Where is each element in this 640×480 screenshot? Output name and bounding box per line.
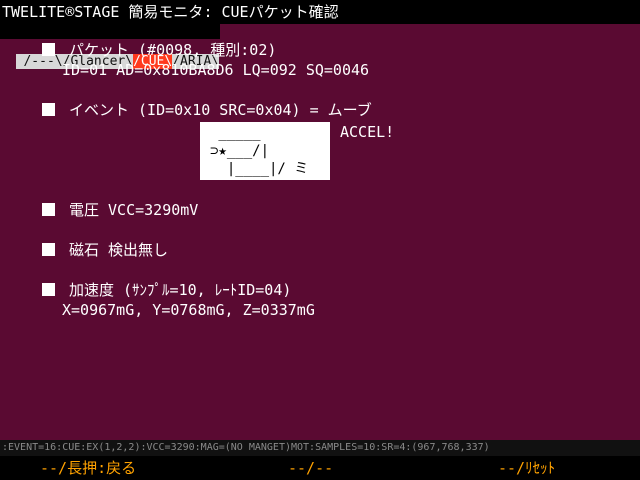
app-title: TWELITE®STAGE (2, 3, 120, 21)
voltage-section: 電圧 VCC=3290mV (42, 200, 198, 220)
move-art: _____ ⊃★___/| |____|/ ミ (200, 122, 330, 180)
back-button[interactable]: --/長押:戻る (40, 456, 136, 480)
title-bar: TWELITE®STAGE 簡易モニタ: CUEパケット確認 (0, 0, 640, 24)
middle-button[interactable]: --/-- (288, 456, 333, 480)
accel-exclaim: ACCEL! (340, 123, 395, 141)
magnet-section: 磁石 検出無し (42, 240, 168, 260)
event-heading: イベント (ID=0x10 SRC=0x04) = ムーブ (69, 101, 372, 119)
bullet-icon (42, 243, 55, 256)
bullet-icon (42, 103, 55, 116)
tab-bar-fill (220, 24, 640, 39)
accel-section: 加速度 (ｻﾝﾌﾟﾙ=10, ﾚｰﾄID=04) (42, 280, 291, 300)
reset-button[interactable]: --/ﾘｾｯﾄ (498, 456, 555, 480)
magnet-heading: 磁石 検出無し (69, 241, 169, 259)
bullet-icon (42, 43, 55, 56)
accel-detail: X=0967mG, Y=0768mG, Z=0337mG (62, 301, 315, 319)
screen-title: 簡易モニタ: CUEパケット確認 (119, 3, 339, 21)
bullet-icon (42, 203, 55, 216)
voltage-heading: 電圧 VCC=3290mV (69, 201, 199, 219)
accel-heading: 加速度 (ｻﾝﾌﾟﾙ=10, ﾚｰﾄID=04) (69, 281, 292, 299)
packet-section: パケット (#0098, 種別:02) (42, 40, 276, 60)
footer-buttons: --/長押:戻る --/-- --/ﾘｾｯﾄ (0, 456, 640, 480)
packet-heading: パケット (#0098, 種別:02) (69, 41, 277, 59)
packet-detail: ID=01 AD=0x810BA8D6 LQ=092 SQ=0046 (62, 61, 370, 79)
bullet-icon (42, 283, 55, 296)
tab-bar: /---\/Glancer\/CUE\/ARIA\ (0, 24, 640, 69)
status-log: :EVENT=16:CUE:EX(1,2,2):VCC=3290:MAG=(NO… (0, 440, 640, 456)
event-section: イベント (ID=0x10 SRC=0x04) = ムーブ (42, 100, 372, 120)
